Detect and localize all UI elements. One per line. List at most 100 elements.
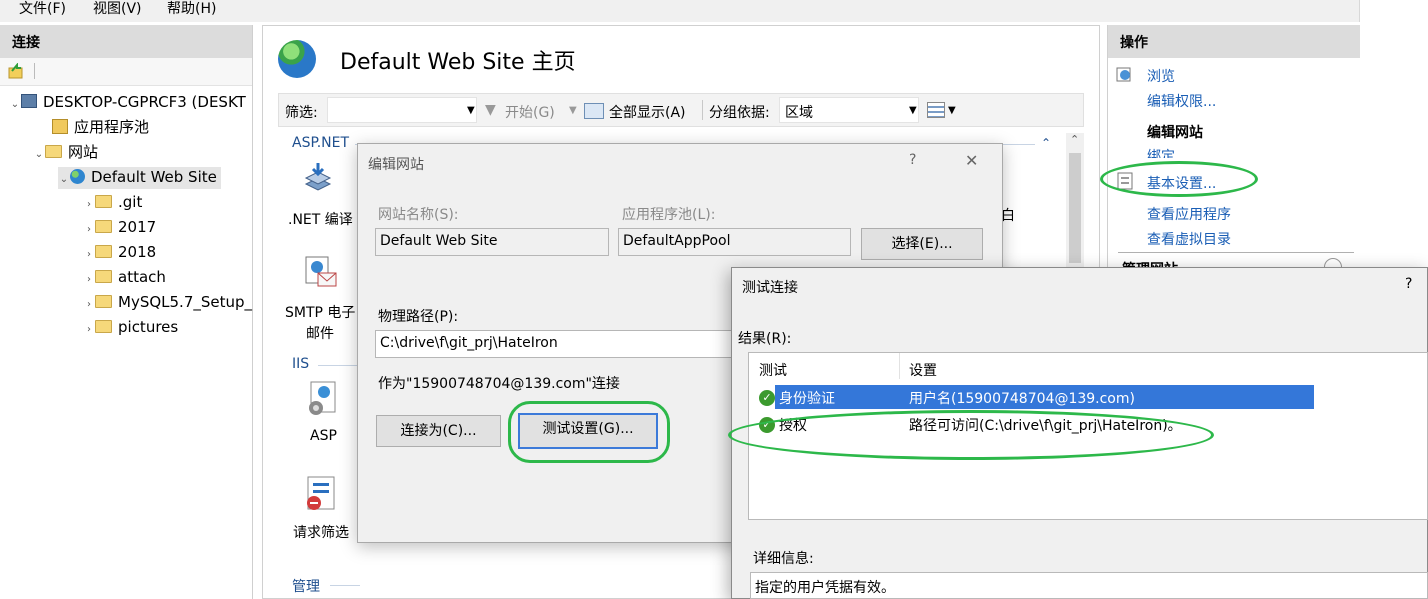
feature-asp[interactable]: ASP: [310, 428, 337, 444]
check-icon: ✓: [759, 389, 775, 406]
app-pool-label: 应用程序池(L):: [622, 207, 716, 223]
group-by-label: 分组依据:: [709, 105, 770, 121]
tree-folder[interactable]: › 2017: [83, 217, 156, 239]
show-all-icon[interactable]: [584, 103, 604, 119]
edit-site-dialog-title: 编辑网站: [368, 157, 424, 173]
folder-icon: [95, 195, 112, 208]
expand-icon[interactable]: ›: [83, 195, 95, 215]
site-globe-icon: [278, 40, 316, 78]
tree-folder-label: 2018: [118, 243, 157, 261]
physical-path-label: 物理路径(P):: [378, 309, 459, 325]
connect-icon[interactable]: [8, 62, 24, 79]
feature-net-compile[interactable]: .NET 编译: [288, 209, 353, 229]
globe-icon: [70, 169, 85, 184]
row-setting[interactable]: 用户名(15900748704@139.com): [909, 388, 1135, 408]
show-all-button[interactable]: 全部显示(A): [609, 102, 686, 122]
column-divider: [899, 353, 900, 379]
request-filter-icon[interactable]: [304, 475, 338, 513]
tree-folder[interactable]: › pictures: [83, 317, 178, 339]
tree-server[interactable]: ⌄ DESKTOP-CGPRCF3 (DESKT: [9, 92, 246, 114]
collapse-icon[interactable]: ⌄: [9, 95, 21, 115]
page-title: Default Web Site 主页: [340, 50, 576, 75]
select-app-pool-button[interactable]: 选择(E)...: [861, 228, 983, 260]
tree-app-pools[interactable]: 应用程序池: [52, 117, 149, 139]
tree-folder-label: .git: [118, 193, 143, 211]
close-icon[interactable]: ✕: [965, 151, 978, 170]
collapse-icon[interactable]: ⌄: [58, 170, 70, 190]
annotation-oval-basic-settings: [1100, 161, 1258, 197]
group-by-dropdown-icon[interactable]: ▼: [909, 105, 917, 116]
edit-permissions-link[interactable]: 编辑权限...: [1147, 91, 1216, 111]
view-mode-dropdown-icon[interactable]: ▼: [948, 105, 956, 116]
expand-icon[interactable]: ›: [83, 245, 95, 265]
annotation-oval-authorization-row: [728, 410, 1214, 460]
connections-toolbar: [0, 58, 252, 86]
menu-bar: 文件(F) 视图(V) 帮助(H): [0, 0, 1360, 22]
expand-icon[interactable]: ›: [83, 270, 95, 290]
scroll-up-icon[interactable]: ⌃: [1070, 133, 1079, 146]
site-name-field[interactable]: Default Web Site: [375, 228, 609, 256]
folder-icon: [95, 270, 112, 283]
folder-icon: [95, 220, 112, 233]
filter-input[interactable]: [327, 97, 477, 123]
smtp-icon[interactable]: [304, 255, 338, 289]
tree-default-site[interactable]: ⌄ Default Web Site: [58, 167, 221, 189]
asp-icon[interactable]: [305, 380, 339, 420]
column-test[interactable]: 测试: [759, 360, 787, 380]
details-field[interactable]: 指定的用户凭据有效。: [750, 572, 1428, 599]
feature-smtp-line2[interactable]: 邮件: [306, 323, 334, 343]
feature-smtp-line1[interactable]: SMTP 电子: [285, 302, 355, 322]
section-manage: 管理: [292, 579, 320, 595]
connections-pane: 连接 ⌄ DESKTOP-CGPRCF3 (DESKT 应用程序池 ⌄ 网站 ⌄ De…: [0, 25, 253, 599]
menu-file[interactable]: 文件(F): [19, 0, 66, 18]
view-applications-link[interactable]: 查看应用程序: [1147, 204, 1231, 224]
funnel-icon[interactable]: ▼: [485, 102, 496, 118]
tree-folder[interactable]: › attach: [83, 267, 166, 289]
site-name-label: 网站名称(S):: [378, 207, 459, 223]
net-compile-icon[interactable]: [300, 162, 336, 198]
expand-icon[interactable]: ›: [83, 220, 95, 240]
help-icon[interactable]: ?: [909, 152, 916, 168]
folder-icon: [95, 295, 112, 308]
app-pool-icon: [52, 119, 68, 134]
row-test-name[interactable]: 身份验证: [779, 388, 835, 408]
app-pool-field[interactable]: DefaultAppPool: [618, 228, 851, 256]
filter-dropdown-icon[interactable]: ▼: [467, 105, 475, 116]
menu-view[interactable]: 视图(V): [93, 0, 142, 18]
start-dropdown-icon[interactable]: ▼: [569, 105, 577, 116]
expand-icon[interactable]: ›: [83, 295, 95, 315]
section-iis: IIS: [292, 356, 310, 372]
sites-folder-icon: [45, 145, 62, 158]
filter-separator: [702, 100, 703, 120]
tree-folder[interactable]: › .git: [83, 192, 142, 214]
tree-folder-label: MySQL5.7_Setup_: [118, 293, 253, 311]
scroll-thumb[interactable]: [1069, 153, 1081, 263]
details-label: 详细信息:: [753, 551, 814, 567]
connections-title: 连接: [0, 25, 252, 58]
actions-title: 操作: [1108, 25, 1360, 58]
view-virtual-dirs-link[interactable]: 查看虚拟目录: [1147, 229, 1231, 249]
collapse-icon[interactable]: ⌄: [33, 145, 45, 165]
connect-as-info: 作为"15900748704@139.com"连接: [378, 376, 620, 392]
expand-icon[interactable]: ›: [83, 320, 95, 340]
browse-link[interactable]: 浏览: [1147, 66, 1175, 86]
connect-as-button[interactable]: 连接为(C)...: [376, 415, 501, 447]
menu-help[interactable]: 帮助(H): [167, 0, 216, 18]
tree-folder[interactable]: › 2018: [83, 242, 156, 264]
browse-icon: [1116, 66, 1132, 82]
tree-folder[interactable]: › MySQL5.7_Setup_: [83, 292, 252, 314]
start-button[interactable]: 开始(G): [505, 102, 555, 122]
tree-sites[interactable]: ⌄ 网站: [33, 142, 98, 164]
section-divider: [330, 585, 360, 586]
column-setting[interactable]: 设置: [909, 360, 937, 380]
feature-request-filter[interactable]: 请求筛选: [293, 522, 349, 542]
view-mode-icon[interactable]: [927, 102, 945, 118]
server-icon: [21, 94, 37, 108]
toolbar-separator: [34, 63, 35, 79]
collapse-section-icon[interactable]: ⌃: [1041, 136, 1051, 150]
section-aspnet: ASP.NET: [292, 135, 350, 151]
folder-icon: [95, 245, 112, 258]
help-icon[interactable]: ?: [1405, 276, 1412, 292]
results-label: 结果(R):: [738, 331, 792, 347]
tree-sites-label: 网站: [68, 143, 99, 161]
